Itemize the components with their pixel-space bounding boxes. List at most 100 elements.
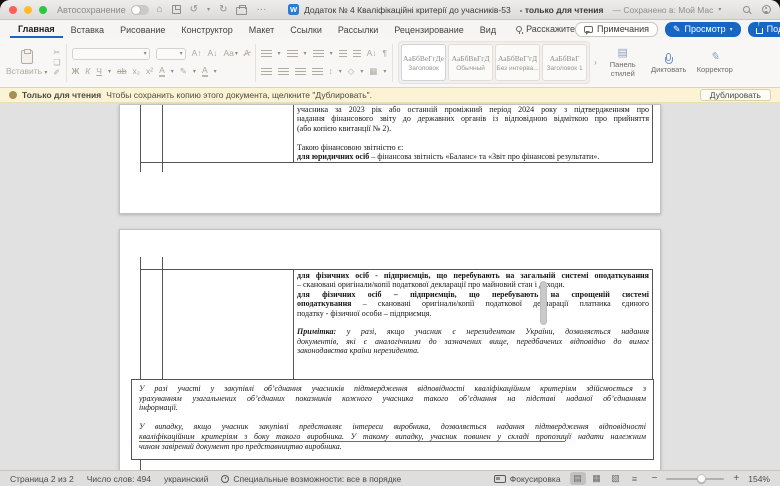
table-border bbox=[140, 105, 141, 162]
quick-access-toolbar: ⌂ ↺ ▾ ↻ ··· bbox=[157, 4, 267, 15]
tab-home[interactable]: Главная bbox=[10, 21, 63, 38]
zoom-out-button[interactable]: − bbox=[652, 473, 658, 484]
sort-button[interactable]: А↓ bbox=[367, 49, 377, 58]
highlight-color-button[interactable]: A bbox=[159, 66, 165, 77]
autosave-toggle[interactable] bbox=[131, 5, 149, 15]
borders-button[interactable]: ▦ bbox=[369, 67, 377, 76]
tab-insert[interactable]: Вставка bbox=[63, 22, 112, 37]
style-card-heading1[interactable]: АаБбВвГ Заголовок 1 bbox=[542, 44, 587, 81]
style-card-heading[interactable]: АаБбВеГгДе Заголовок bbox=[401, 44, 446, 81]
align-left-icon[interactable] bbox=[261, 68, 272, 76]
home-icon[interactable]: ⌂ bbox=[157, 4, 163, 15]
chevron-down-icon: ▾ bbox=[360, 68, 363, 75]
search-icon[interactable] bbox=[743, 6, 750, 13]
font-group: ▾ ▾ A↑ A↓ Aa▾ A Ж К Ч▾ ab x₂ x² A▾ ✎▾ A▾ bbox=[72, 46, 250, 79]
underline-button[interactable]: Ч bbox=[96, 67, 102, 76]
print-layout-view-icon[interactable]: ▤ bbox=[570, 472, 586, 485]
zoom-in-button[interactable]: + bbox=[733, 473, 739, 484]
close-window-button[interactable] bbox=[9, 6, 17, 14]
accessibility-status[interactable]: Специальные возможности: все в порядке bbox=[221, 474, 401, 484]
tab-design[interactable]: Конструктор bbox=[173, 22, 240, 37]
minimize-window-button[interactable] bbox=[24, 6, 32, 14]
zoom-percent[interactable]: 154% bbox=[748, 474, 770, 484]
outline-view-icon[interactable]: ≡ bbox=[627, 472, 643, 485]
ribbon: Вставить ▾ ✂ ❏ ✐ ▾ ▾ A↑ A↓ Aa▾ A Ж К Ч ▾ bbox=[0, 38, 780, 88]
tab-layout[interactable]: Макет bbox=[241, 22, 282, 37]
tell-me-button[interactable]: Расскажите bbox=[516, 24, 575, 34]
style-card-no-spacing[interactable]: АаБбВвГ'гД Без интерва... bbox=[495, 44, 540, 81]
account-icon[interactable] bbox=[762, 5, 771, 14]
zoom-slider[interactable] bbox=[666, 478, 724, 480]
styles-pane-button[interactable]: ▤ Панель стилей bbox=[600, 46, 646, 78]
doc-line-proofing-underline: кваліфікаційним критеріям з боку такого … bbox=[139, 432, 646, 442]
bullet-list-icon[interactable] bbox=[261, 50, 272, 58]
styles-pane-label: Панель стилей bbox=[600, 61, 646, 78]
line-spacing-button[interactable]: ↕ bbox=[329, 67, 333, 76]
review-mode-button[interactable]: ✎ Просмотр ▾ bbox=[665, 22, 741, 37]
tab-references[interactable]: Ссылки bbox=[282, 22, 330, 37]
cut-icon[interactable]: ✂ bbox=[53, 49, 60, 57]
style-card-normal[interactable]: АаБбВвГгД Обычный bbox=[448, 44, 493, 81]
subscript-button[interactable]: x₂ bbox=[132, 67, 140, 76]
italic-button[interactable]: К bbox=[85, 67, 90, 76]
align-center-icon[interactable] bbox=[278, 68, 289, 76]
tab-view[interactable]: Вид bbox=[472, 22, 504, 37]
grow-font-button[interactable]: A↑ bbox=[192, 49, 202, 58]
document-page-2[interactable]: для фізичних осіб - підприємців, що пере… bbox=[119, 229, 661, 470]
save-icon[interactable] bbox=[172, 5, 181, 14]
doc-line: надання фінансового звіту до державних о… bbox=[297, 114, 649, 123]
zoom-window-button[interactable] bbox=[39, 6, 47, 14]
readonly-label: - только для чтения bbox=[520, 5, 604, 15]
chevron-down-icon: ▾ bbox=[108, 68, 111, 75]
share-button[interactable]: Поделиться ▾ bbox=[748, 22, 780, 37]
increase-indent-icon[interactable] bbox=[353, 50, 361, 58]
comments-button[interactable]: Примечания bbox=[575, 22, 658, 37]
undo-icon[interactable]: ↺ bbox=[190, 4, 198, 15]
justify-icon[interactable] bbox=[312, 68, 323, 76]
font-color-button[interactable]: A bbox=[202, 66, 208, 77]
web-layout-view-icon[interactable]: ▦ bbox=[589, 472, 605, 485]
styles-gallery-more-icon[interactable]: › bbox=[594, 58, 597, 67]
page-number-status[interactable]: Страница 2 из 2 bbox=[10, 474, 74, 484]
copy-icon[interactable]: ❏ bbox=[53, 59, 60, 67]
zoom-slider-thumb[interactable] bbox=[697, 474, 706, 483]
language-status[interactable]: украинский bbox=[164, 474, 208, 484]
scrollbar-thumb[interactable] bbox=[540, 281, 547, 325]
multilevel-list-icon[interactable] bbox=[313, 50, 324, 58]
document-page-1[interactable]: учасника за 2023 рік або останній проміж… bbox=[119, 104, 661, 214]
chevron-down-icon: ▾ bbox=[278, 50, 281, 57]
bold-button[interactable]: Ж bbox=[72, 67, 80, 76]
ink-pen-button[interactable]: ✎ bbox=[180, 67, 187, 76]
focus-mode-button[interactable]: Фокусировка bbox=[494, 474, 561, 484]
clear-formatting-button[interactable]: A bbox=[244, 49, 250, 58]
dictate-button[interactable]: Диктовать bbox=[646, 51, 692, 75]
numbered-list-icon[interactable] bbox=[287, 50, 298, 58]
shrink-font-button[interactable]: A↓ bbox=[208, 49, 218, 58]
editor-button[interactable]: ✎ Корректор bbox=[692, 51, 738, 75]
font-name-select[interactable]: ▾ bbox=[72, 48, 150, 60]
draft-view-icon[interactable]: ▧ bbox=[608, 472, 624, 485]
paste-button[interactable]: Вставить ▾ bbox=[6, 50, 47, 76]
format-painter-icon[interactable]: ✐ bbox=[53, 69, 60, 77]
word-count-status[interactable]: Число слов: 494 bbox=[87, 474, 151, 484]
shading-button[interactable]: ◇ bbox=[348, 67, 355, 76]
pilcrow-button[interactable]: ¶ bbox=[383, 49, 388, 58]
redo-icon[interactable]: ↻ bbox=[219, 4, 227, 15]
change-case-button[interactable]: Aa▾ bbox=[223, 49, 237, 58]
superscript-button[interactable]: x² bbox=[146, 67, 153, 76]
tab-review[interactable]: Рецензирование bbox=[386, 22, 472, 37]
tab-mailings[interactable]: Рассылки bbox=[330, 22, 386, 37]
more-commands-icon[interactable]: ··· bbox=[256, 4, 266, 15]
style-sample: АаБбВвГгД bbox=[452, 54, 490, 63]
strikethrough-button[interactable]: ab bbox=[117, 67, 126, 76]
decrease-indent-icon[interactable] bbox=[339, 50, 347, 58]
title-chevron-icon[interactable]: ▾ bbox=[718, 6, 721, 13]
align-right-icon[interactable] bbox=[295, 68, 306, 76]
saved-location-label[interactable]: — Сохранено в: Мой Mac bbox=[612, 5, 713, 15]
font-size-select[interactable]: ▾ bbox=[156, 48, 186, 60]
undo-chevron-icon[interactable]: ▾ bbox=[207, 6, 210, 13]
duplicate-button[interactable]: Дублировать bbox=[700, 89, 771, 101]
styles-gallery: АаБбВеГгДе Заголовок АаБбВвГгД Обычный А… bbox=[398, 41, 590, 84]
tab-draw[interactable]: Рисование bbox=[112, 22, 173, 37]
print-icon[interactable] bbox=[236, 7, 247, 15]
